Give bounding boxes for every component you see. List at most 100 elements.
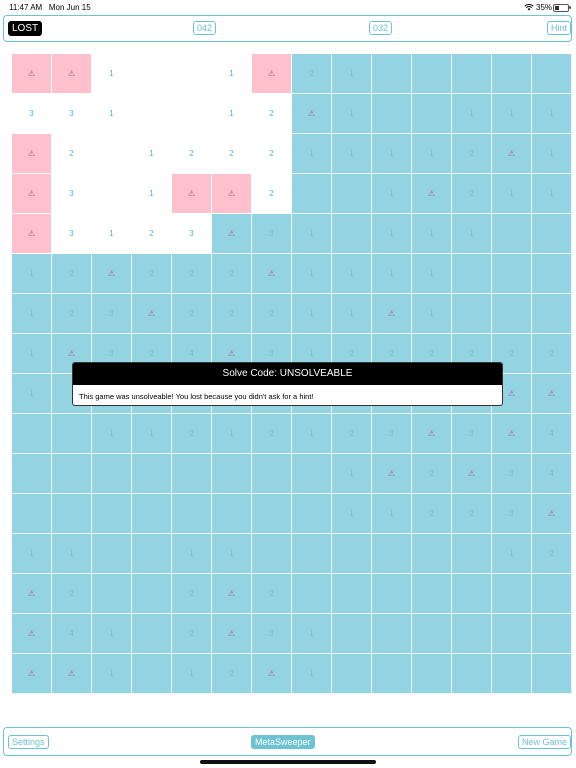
opened-cell[interactable]: 3 [52, 214, 92, 254]
covered-cell[interactable]: 1 [292, 414, 332, 454]
covered-cell[interactable]: 1 [212, 534, 252, 574]
covered-cell[interactable] [452, 54, 492, 94]
covered-cell[interactable]: 2 [252, 414, 292, 454]
covered-cell[interactable] [412, 94, 452, 134]
covered-cell[interactable] [532, 214, 572, 254]
covered-cell[interactable] [452, 614, 492, 654]
flagged-cell[interactable]: ⚠ [52, 654, 92, 694]
settings-button[interactable]: Settings [8, 735, 49, 749]
covered-cell[interactable]: 1 [532, 134, 572, 174]
covered-cell[interactable]: 1 [332, 134, 372, 174]
covered-cell[interactable]: 2 [452, 174, 492, 214]
opened-cell[interactable] [92, 134, 132, 174]
flagged-cell[interactable]: ⚠ [532, 494, 572, 534]
flagged-cell[interactable]: ⚠ [212, 614, 252, 654]
covered-cell[interactable] [92, 494, 132, 534]
flagged-cell[interactable]: ⚠ [492, 134, 532, 174]
covered-cell[interactable]: 1 [492, 534, 532, 574]
covered-cell[interactable] [252, 454, 292, 494]
covered-cell[interactable]: 1 [452, 94, 492, 134]
flagged-cell[interactable]: ⚠ [292, 94, 332, 134]
covered-cell[interactable] [372, 534, 412, 574]
covered-cell[interactable]: 1 [12, 534, 52, 574]
opened-cell[interactable]: 3 [52, 94, 92, 134]
opened-cell[interactable] [132, 94, 172, 134]
covered-cell[interactable] [492, 254, 532, 294]
covered-cell[interactable] [212, 454, 252, 494]
covered-cell[interactable]: 3 [92, 294, 132, 334]
covered-cell[interactable]: 2 [292, 54, 332, 94]
app-title-button[interactable]: MetaSweeper [251, 735, 315, 749]
flagged-cell[interactable]: ⚠ [252, 254, 292, 294]
covered-cell[interactable] [92, 574, 132, 614]
covered-cell[interactable]: 2 [532, 334, 572, 374]
covered-cell[interactable] [292, 534, 332, 574]
covered-cell[interactable]: 4 [532, 414, 572, 454]
covered-cell[interactable]: 3 [252, 214, 292, 254]
covered-cell[interactable] [252, 534, 292, 574]
covered-cell[interactable]: 1 [332, 94, 372, 134]
opened-cell[interactable]: 2 [52, 134, 92, 174]
covered-cell[interactable] [492, 214, 532, 254]
covered-cell[interactable]: 2 [212, 254, 252, 294]
covered-cell[interactable] [172, 454, 212, 494]
covered-cell[interactable]: 2 [172, 574, 212, 614]
covered-cell[interactable]: 2 [452, 494, 492, 534]
opened-cell[interactable]: 1 [212, 94, 252, 134]
opened-cell[interactable]: 3 [52, 174, 92, 214]
opened-cell[interactable] [92, 174, 132, 214]
covered-cell[interactable] [332, 654, 372, 694]
covered-cell[interactable]: 2 [172, 414, 212, 454]
covered-cell[interactable] [532, 54, 572, 94]
opened-cell[interactable]: 1 [92, 94, 132, 134]
opened-cell[interactable]: 1 [132, 174, 172, 214]
opened-cell[interactable]: 3 [12, 94, 52, 134]
covered-cell[interactable]: 1 [532, 94, 572, 134]
covered-cell[interactable]: 2 [532, 534, 572, 574]
covered-cell[interactable] [12, 414, 52, 454]
covered-cell[interactable]: 1 [92, 614, 132, 654]
covered-cell[interactable]: 1 [292, 654, 332, 694]
opened-cell[interactable]: 2 [212, 134, 252, 174]
opened-cell[interactable]: 2 [252, 174, 292, 214]
covered-cell[interactable] [132, 574, 172, 614]
opened-cell[interactable]: 2 [252, 94, 292, 134]
flagged-cell[interactable]: ⚠ [12, 614, 52, 654]
covered-cell[interactable]: 2 [52, 294, 92, 334]
covered-cell[interactable]: 2 [132, 254, 172, 294]
covered-cell[interactable] [492, 574, 532, 614]
flagged-cell[interactable]: ⚠ [212, 214, 252, 254]
covered-cell[interactable] [12, 494, 52, 534]
covered-cell[interactable] [412, 534, 452, 574]
mine-cell[interactable]: ⚠ [12, 214, 52, 254]
covered-cell[interactable] [532, 254, 572, 294]
flagged-cell[interactable]: ⚠ [12, 574, 52, 614]
covered-cell[interactable]: 1 [132, 414, 172, 454]
opened-cell[interactable]: 1 [132, 134, 172, 174]
covered-cell[interactable] [452, 574, 492, 614]
covered-cell[interactable] [292, 454, 332, 494]
flagged-cell[interactable]: ⚠ [372, 454, 412, 494]
covered-cell[interactable]: 1 [412, 294, 452, 334]
covered-cell[interactable]: 1 [92, 414, 132, 454]
covered-cell[interactable]: 1 [532, 174, 572, 214]
covered-cell[interactable] [292, 494, 332, 534]
covered-cell[interactable] [492, 614, 532, 654]
opened-cell[interactable]: 1 [92, 214, 132, 254]
opened-cell[interactable] [132, 54, 172, 94]
covered-cell[interactable]: 3 [452, 414, 492, 454]
covered-cell[interactable] [532, 574, 572, 614]
covered-cell[interactable]: 2 [412, 494, 452, 534]
covered-cell[interactable]: 1 [412, 214, 452, 254]
covered-cell[interactable] [332, 534, 372, 574]
opened-cell[interactable] [172, 94, 212, 134]
covered-cell[interactable]: 1 [292, 254, 332, 294]
mine-cell[interactable]: ⚠ [252, 54, 292, 94]
mine-cell[interactable]: ⚠ [172, 174, 212, 214]
covered-cell[interactable]: 1 [372, 254, 412, 294]
covered-cell[interactable]: 1 [292, 134, 332, 174]
flagged-cell[interactable]: ⚠ [12, 654, 52, 694]
covered-cell[interactable] [52, 414, 92, 454]
flagged-cell[interactable]: ⚠ [492, 414, 532, 454]
opened-cell[interactable]: 1 [212, 54, 252, 94]
